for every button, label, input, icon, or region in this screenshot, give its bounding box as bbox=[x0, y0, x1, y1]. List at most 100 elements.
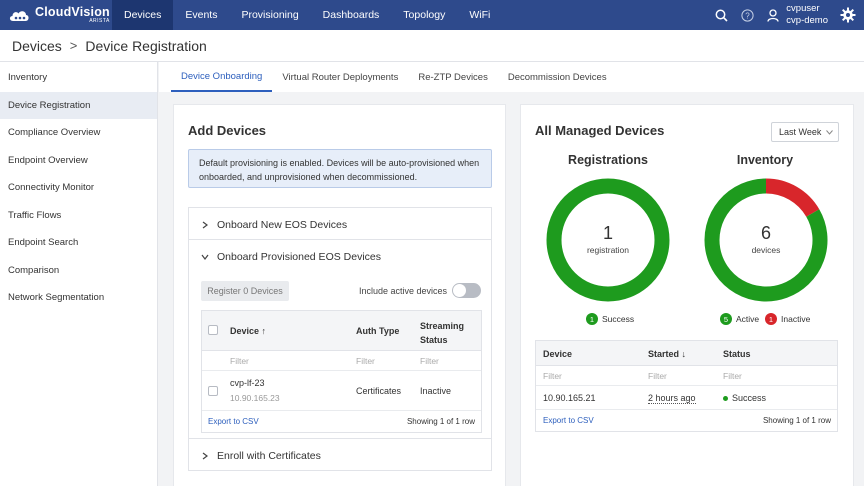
started-cell[interactable]: 2 hours ago bbox=[648, 393, 696, 404]
select-all-checkbox[interactable] bbox=[208, 325, 218, 335]
inventory-unit: devices bbox=[751, 245, 781, 255]
enroll-certificates-label: Enroll with Certificates bbox=[217, 449, 321, 462]
breadcrumb-parent[interactable]: Devices bbox=[12, 38, 62, 54]
page-title: Device Registration bbox=[85, 37, 207, 54]
sidebar-item-traffic-flows[interactable]: Traffic Flows bbox=[0, 202, 157, 230]
onboard-new-eos-label: Onboard New EOS Devices bbox=[217, 218, 348, 231]
nav-devices[interactable]: Devices bbox=[112, 0, 174, 30]
gear-icon[interactable] bbox=[840, 7, 856, 23]
inactive-count-badge: 1 bbox=[765, 313, 777, 325]
inventory-legend-active[interactable]: 5 Active bbox=[720, 313, 759, 325]
row-count: Showing 1 of 1 row bbox=[406, 417, 475, 426]
sort-up-icon: ↑ bbox=[261, 326, 267, 336]
breadcrumb: Devices > Device Registration bbox=[0, 30, 864, 62]
toggle-knob bbox=[453, 284, 466, 297]
started-filter-input[interactable]: Filter bbox=[648, 371, 667, 381]
onboard-provisioned-eos-section: Onboard Provisioned EOS Devices Register… bbox=[188, 239, 492, 439]
sidebar-item-endpoint-overview[interactable]: Endpoint Overview bbox=[0, 147, 157, 175]
sidebar-item-compliance-overview[interactable]: Compliance Overview bbox=[0, 119, 157, 147]
sidebar-item-device-registration[interactable]: Device Registration bbox=[0, 91, 157, 119]
time-range-select[interactable]: Last Week bbox=[771, 122, 839, 142]
sidebar-item-inventory[interactable]: Inventory bbox=[0, 64, 157, 92]
sidebar-item-comparison[interactable]: Comparison bbox=[0, 257, 157, 285]
status-cell: Success bbox=[723, 393, 766, 403]
column-status-header[interactable]: Status bbox=[723, 349, 751, 359]
sidebar: Inventory Device Registration Compliance… bbox=[0, 62, 158, 486]
managed-devices-title: All Managed Devices bbox=[535, 123, 665, 138]
user-menu[interactable]: cvpuser cvp-demo bbox=[766, 3, 828, 27]
device-filter-input[interactable]: Filter bbox=[230, 356, 249, 366]
chevron-down-icon bbox=[201, 253, 209, 261]
search-icon[interactable] bbox=[714, 8, 728, 22]
tab-decommission-devices[interactable]: Decommission Devices bbox=[498, 62, 617, 92]
chevron-down-icon bbox=[826, 129, 834, 135]
help-icon[interactable]: ? bbox=[740, 8, 754, 22]
table-header: Device ↑ Auth Type Streaming Status bbox=[202, 311, 481, 351]
onboard-new-eos-header[interactable]: Onboard New EOS Devices bbox=[189, 208, 491, 241]
nav-events[interactable]: Events bbox=[173, 0, 229, 30]
chevron-right-icon bbox=[201, 452, 209, 460]
nav-wifi[interactable]: WiFi bbox=[457, 0, 502, 30]
inactive-legend-label: Inactive bbox=[781, 314, 811, 324]
tab-device-onboarding[interactable]: Device Onboarding bbox=[171, 62, 273, 92]
cloudvision-logo[interactable]: CloudVision ARISTA bbox=[0, 0, 112, 30]
table-row[interactable]: 10.90.165.21 2 hours ago Success bbox=[536, 386, 837, 410]
chevron-right-icon bbox=[201, 221, 209, 229]
sidebar-item-connectivity-monitor[interactable]: Connectivity Monitor bbox=[0, 174, 157, 202]
provisioned-devices-table: Device ↑ Auth Type Streaming Status Filt… bbox=[201, 310, 482, 433]
logo-brand: ARISTA bbox=[89, 18, 110, 25]
active-count-badge: 5 bbox=[720, 313, 732, 325]
inventory-segment-inactive[interactable] bbox=[765, 178, 820, 218]
include-active-toggle[interactable] bbox=[452, 283, 481, 298]
success-count-badge: 1 bbox=[586, 313, 598, 325]
user-org: cvp-demo bbox=[786, 15, 828, 26]
tab-virtual-router-deployments[interactable]: Virtual Router Deployments bbox=[272, 62, 408, 92]
include-active-label: Include active devices bbox=[359, 286, 448, 296]
inventory-title: Inventory bbox=[736, 153, 794, 167]
svg-text:?: ? bbox=[745, 11, 750, 20]
active-legend-label: Active bbox=[736, 314, 760, 324]
nav-provisioning[interactable]: Provisioning bbox=[229, 0, 310, 30]
user-name: cvpuser bbox=[786, 3, 820, 15]
column-auth-type-header[interactable]: Auth Type bbox=[356, 326, 399, 336]
registrations-title: Registrations bbox=[568, 153, 648, 167]
provisioning-info-banner: Default provisioning is enabled. Devices… bbox=[188, 149, 492, 188]
status-filter-input[interactable]: Filter bbox=[723, 371, 742, 381]
registrations-legend-success[interactable]: 1 Success bbox=[586, 313, 634, 325]
status-success-icon bbox=[723, 395, 728, 401]
inventory-legend-inactive[interactable]: 1 Inactive bbox=[765, 313, 810, 325]
cloud-icon bbox=[9, 11, 29, 21]
tab-re-ztp-devices[interactable]: Re-ZTP Devices bbox=[408, 62, 498, 92]
device-hostname: cvp-lf-23 bbox=[230, 378, 265, 388]
register-devices-button[interactable]: Register 0 Devices bbox=[201, 281, 289, 301]
table-header: Device Started ↓ Status bbox=[536, 341, 837, 366]
table-row[interactable]: cvp-lf-23 10.90.165.23 Certificates Inac… bbox=[202, 371, 481, 411]
status-text: Success bbox=[732, 393, 767, 403]
auth-filter-input[interactable]: Filter bbox=[356, 356, 375, 366]
nav-topology[interactable]: Topology bbox=[391, 0, 457, 30]
user-icon bbox=[766, 8, 780, 22]
onboard-provisioned-eos-header[interactable]: Onboard Provisioned EOS Devices bbox=[189, 240, 491, 273]
row-checkbox[interactable] bbox=[208, 386, 218, 396]
table-footer: Export to CSV Showing 1 of 1 row bbox=[536, 410, 837, 431]
device-filter-input[interactable]: Filter bbox=[543, 371, 562, 381]
column-device-header[interactable]: Device bbox=[543, 349, 572, 359]
export-csv-link[interactable]: Export to CSV bbox=[208, 417, 259, 426]
sidebar-item-network-segmentation[interactable]: Network Segmentation bbox=[0, 284, 157, 312]
column-started-header[interactable]: Started ↓ bbox=[648, 349, 686, 359]
inventory-count: 6 bbox=[760, 223, 771, 243]
column-device-header[interactable]: Device ↑ bbox=[230, 326, 266, 336]
top-nav: CloudVision ARISTA Devices Events Provis… bbox=[0, 0, 864, 30]
filter-row: Filter Filter Filter bbox=[202, 351, 481, 371]
device-ip-cell: 10.90.165.21 bbox=[543, 393, 596, 403]
status-filter-input[interactable]: Filter bbox=[420, 356, 439, 366]
auth-type-cell: Certificates bbox=[356, 386, 402, 396]
enroll-certificates-header[interactable]: Enroll with Certificates bbox=[189, 439, 491, 472]
sidebar-item-endpoint-search[interactable]: Endpoint Search bbox=[0, 229, 157, 257]
export-csv-link[interactable]: Export to CSV bbox=[543, 416, 594, 425]
success-legend-label: Success bbox=[602, 314, 635, 324]
column-streaming-status-header[interactable]: Streaming Status bbox=[420, 319, 475, 347]
tab-bar: Device Onboarding Virtual Router Deploym… bbox=[159, 62, 864, 92]
add-devices-card: Add Devices Default provisioning is enab… bbox=[173, 104, 506, 486]
nav-dashboards[interactable]: Dashboards bbox=[311, 0, 392, 30]
